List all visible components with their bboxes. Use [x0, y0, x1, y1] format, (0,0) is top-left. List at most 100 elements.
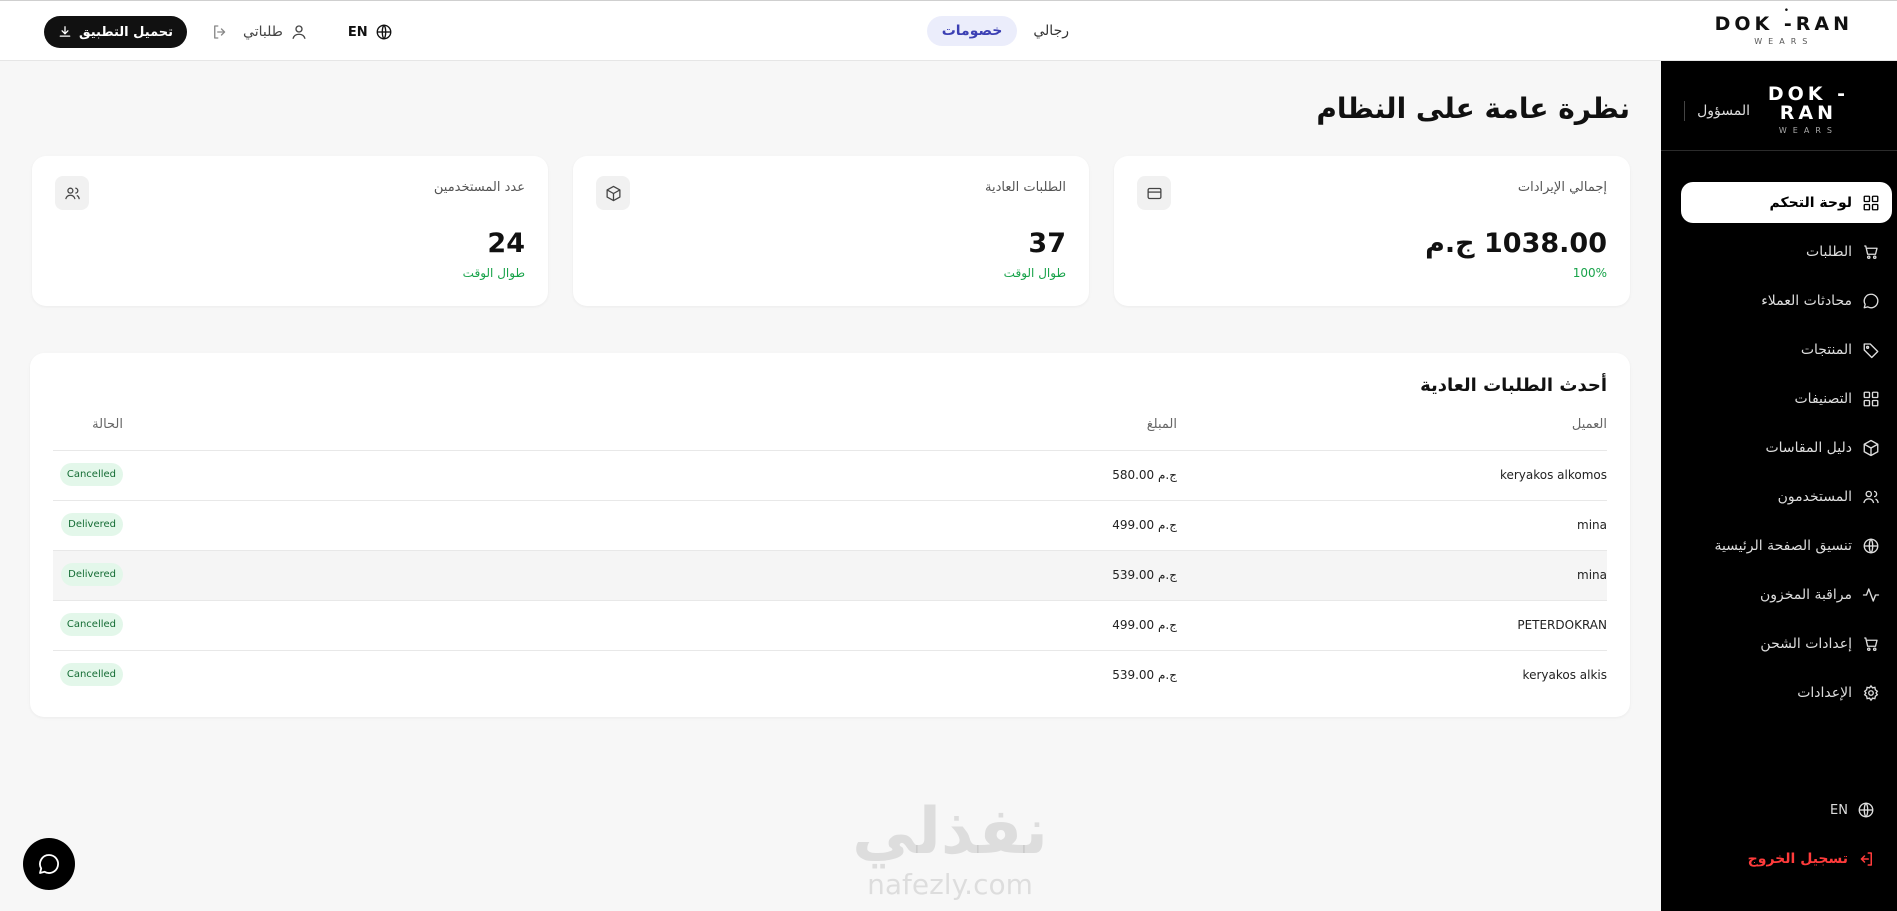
table-row[interactable]: PETERDOKRAN 499.00 ج.م Cancelled	[53, 601, 1607, 651]
sidebar-language-switch[interactable]: EN	[1830, 801, 1875, 819]
top-nav: رجالي خصومات	[926, 16, 1069, 46]
sidebar-item-products[interactable]: المنتجات	[1681, 329, 1892, 370]
download-app-label: تحميل التطبيق	[79, 24, 174, 40]
chat-launcher-button[interactable]	[23, 838, 75, 890]
logo-dot: •	[1783, 6, 1790, 16]
sidebar-item-size-guide[interactable]: دليل المقاسات	[1681, 427, 1892, 468]
card-label: عدد المستخدمين	[433, 180, 525, 195]
status-badge: Cancelled	[59, 613, 123, 636]
users-icon	[1863, 490, 1879, 503]
globe-icon	[376, 24, 392, 40]
sidebar-header: DOK - RAN WEARS المسؤول	[1661, 61, 1897, 151]
cart-icon	[1864, 636, 1878, 651]
globe-icon	[1858, 802, 1874, 818]
globe-icon	[1863, 537, 1879, 554]
orders-table-body: keryakos alkomos 580.00 ج.م Cancelled mi…	[53, 451, 1607, 701]
sidebar-item-label: المنتجات	[1800, 341, 1852, 358]
amount-cell: 580.00 ج.م	[1112, 468, 1177, 482]
sidebar-item-label: الطلبات	[1806, 243, 1852, 260]
sidebar-item-label: التصنيفات	[1794, 390, 1853, 407]
my-orders-link[interactable]: طلباتي	[243, 23, 308, 41]
sidebar-item-inventory-monitor[interactable]: مراقبة المخزون	[1681, 574, 1892, 615]
download-icon	[59, 26, 71, 37]
user-icon	[292, 25, 306, 39]
sidebar-logout-label: تسجيل الخروج	[1747, 851, 1848, 867]
card-subtext: 100%	[1572, 266, 1607, 280]
language-switch[interactable]: EN	[348, 23, 393, 41]
logo-sub: WEARS	[1754, 37, 1814, 46]
table-row[interactable]: mina 499.00 ج.م Delivered	[53, 501, 1607, 551]
sidebar-item-homepage-layout[interactable]: تنسيق الصفحة الرئيسية	[1681, 525, 1892, 566]
table-row[interactable]: mina 539.00 ج.م Delivered	[53, 551, 1607, 601]
logo-mark: DOK -RAN	[1714, 13, 1853, 35]
sidebar-item-label: تنسيق الصفحة الرئيسية	[1714, 537, 1852, 554]
amount-cell: 539.00 ج.م	[1112, 668, 1177, 682]
sidebar-logo-line2: RAN	[1779, 102, 1838, 124]
sidebar-language-label: EN	[1830, 802, 1848, 818]
sidebar-item-orders[interactable]: الطلبات	[1681, 231, 1892, 272]
watermark-url: nafezly.com	[867, 868, 1033, 901]
orders-card: الطلبات العادية 37 طوال الوقت	[573, 156, 1089, 306]
sidebar-item-label: دليل المقاسات	[1765, 439, 1852, 456]
top-header: • DOK -RAN WEARS رجالي خصومات تحميل التط…	[0, 0, 1897, 61]
watermark: نفذلي nafezly.com	[840, 800, 1060, 901]
card-value: 1038.00 ج.م	[1425, 228, 1607, 259]
status-badge: Cancelled	[59, 463, 123, 486]
logout-icon	[1860, 852, 1872, 866]
box-icon	[1863, 439, 1879, 456]
status-badge: Cancelled	[59, 663, 123, 686]
gear-icon	[1863, 684, 1879, 701]
customer-cell: keryakos alkis	[1522, 668, 1607, 682]
sidebar-menu: لوحة التحكم الطلبات محادثات العملاء المن…	[1681, 182, 1892, 721]
table-row[interactable]: keryakos alkis 539.00 ج.م Cancelled	[53, 651, 1607, 701]
credit-card-icon	[1137, 176, 1171, 210]
column-header-amount: المبلغ	[1146, 417, 1177, 432]
sidebar-item-shipping-settings[interactable]: إعدادات الشحن	[1681, 623, 1892, 664]
sidebar-item-label: إعدادات الشحن	[1760, 635, 1852, 652]
dashboard-icon	[1863, 195, 1879, 210]
sidebar-item-label: المستخدمون	[1777, 488, 1852, 505]
users-card: عدد المستخدمين 24 طوال الوقت	[32, 156, 548, 306]
download-app-button[interactable]: تحميل التطبيق	[44, 16, 188, 48]
amount-cell: 499.00 ج.م	[1112, 518, 1177, 532]
sidebar-item-label: محادثات العملاء	[1761, 292, 1852, 309]
status-badge: Delivered	[61, 563, 123, 586]
amount-cell: 499.00 ج.م	[1112, 618, 1177, 632]
chat-bubble-icon	[1863, 293, 1879, 308]
customer-cell: PETERDOKRAN	[1517, 618, 1607, 632]
table-header: العميل المبلغ الحالة	[53, 417, 1607, 451]
sidebar-item-settings[interactable]: الإعدادات	[1681, 672, 1892, 713]
sidebar: DOK - RAN WEARS المسؤول لوحة التحكم الطل…	[1661, 61, 1897, 911]
sidebar-logo[interactable]: DOK - RAN WEARS	[1768, 85, 1849, 135]
sidebar-item-label: الإعدادات	[1797, 684, 1852, 701]
sidebar-item-dashboard[interactable]: لوحة التحكم	[1681, 182, 1892, 223]
card-label: إجمالي الإيرادات	[1517, 180, 1607, 195]
card-label: الطلبات العادية	[985, 180, 1066, 195]
sidebar-logout-button[interactable]: تسجيل الخروج	[1748, 850, 1875, 868]
admin-role-label: المسؤول	[1684, 101, 1750, 121]
card-subtext: طوال الوقت	[1003, 266, 1066, 280]
users-icon	[55, 176, 89, 210]
card-subtext: طوال الوقت	[462, 266, 525, 280]
status-badge: Delivered	[61, 513, 123, 536]
column-header-customer: العميل	[1571, 417, 1607, 432]
amount-cell: 539.00 ج.م	[1112, 568, 1177, 582]
grid-icon	[1863, 391, 1879, 406]
table-row[interactable]: keryakos alkomos 580.00 ج.م Cancelled	[53, 451, 1607, 501]
card-value: 24	[487, 228, 525, 259]
header-actions: تحميل التطبيق طلباتي EN	[44, 16, 393, 48]
logout-icon[interactable]	[211, 23, 229, 41]
my-orders-label: طلباتي	[243, 24, 283, 40]
sidebar-item-categories[interactable]: التصنيفات	[1681, 378, 1892, 419]
sidebar-logo-sub: WEARS	[1778, 126, 1838, 135]
customer-cell: mina	[1577, 518, 1607, 532]
nav-men[interactable]: رجالي	[1033, 16, 1069, 46]
sidebar-item-users[interactable]: المستخدمون	[1681, 476, 1892, 517]
recent-orders-panel: أحدث الطلبات العادية العميل المبلغ الحال…	[30, 353, 1630, 717]
box-icon	[596, 176, 630, 210]
recent-orders-title: أحدث الطلبات العادية	[1420, 375, 1607, 396]
sidebar-item-customer-chats[interactable]: محادثات العملاء	[1681, 280, 1892, 321]
cart-icon	[1864, 244, 1878, 259]
nav-discounts[interactable]: خصومات	[926, 16, 1018, 46]
brand-logo[interactable]: • DOK -RAN WEARS	[1714, 7, 1853, 46]
